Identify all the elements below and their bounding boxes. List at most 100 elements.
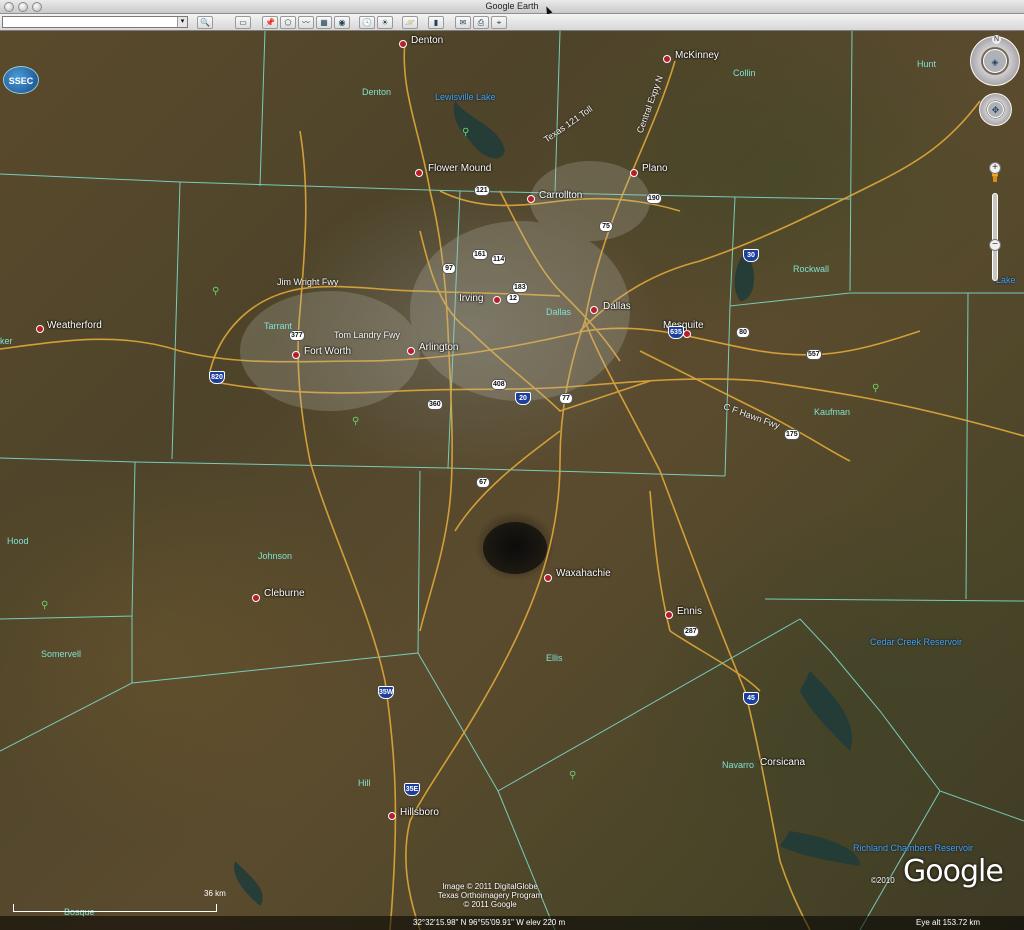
county-label-collin: Collin [733, 68, 756, 78]
city-label-flower-mound[interactable]: Flower Mound [428, 163, 491, 174]
city-marker-fort-worth[interactable] [292, 351, 300, 359]
city-marker-dallas[interactable] [590, 306, 598, 314]
city-label-cleburne[interactable]: Cleburne [264, 588, 305, 599]
route-shield-360: 360 [427, 399, 443, 410]
city-marker-mckinney[interactable] [663, 55, 671, 63]
county-label-kaufman: Kaufman [814, 407, 851, 417]
city-label-irving[interactable]: Irving [459, 293, 483, 304]
city-marker-irving[interactable] [493, 296, 501, 304]
city-label-hillsboro[interactable]: Hillsboro [400, 807, 439, 818]
north-indicator[interactable]: N [992, 35, 1001, 44]
city-marker-waxahachie[interactable] [544, 574, 552, 582]
city-marker-carrollton[interactable] [527, 195, 535, 203]
city-marker-flower-mound[interactable] [415, 169, 423, 177]
scale-bar [13, 904, 217, 912]
city-label-carrollton[interactable]: Carrollton [539, 190, 582, 201]
print-button[interactable]: ⎙ [473, 16, 489, 29]
zoom-in-button[interactable]: + [989, 162, 1001, 174]
city-marker-ennis[interactable] [665, 611, 673, 619]
city-marker-hillsboro[interactable] [388, 812, 396, 820]
city-label-corsicana[interactable]: Corsicana [760, 757, 805, 768]
add-placemark-button[interactable]: 📌 [262, 16, 278, 29]
route-shield-377: 377 [289, 330, 305, 341]
city-label-dallas[interactable]: Dallas [603, 301, 631, 312]
county-label-denton: Denton [362, 87, 392, 97]
interstate-shield-45: 45 [743, 692, 759, 705]
city-label-ennis[interactable]: Ennis [677, 606, 702, 617]
look-joystick-icon[interactable]: ◈ [983, 49, 1007, 73]
route-shield-161: 161 [472, 249, 488, 260]
county-label-ellis: Ellis [546, 653, 563, 663]
route-shield-114: 114 [491, 254, 507, 265]
county-label-hill: Hill [358, 778, 371, 788]
park-icon[interactable]: ⚲ [872, 384, 879, 394]
city-label-mckinney[interactable]: McKinney [675, 50, 719, 61]
add-path-button[interactable]: 〰 [298, 16, 314, 29]
county-label-dallas: Dallas [546, 307, 572, 317]
add-overlay-button[interactable]: ▦ [316, 16, 332, 29]
chevron-down-icon[interactable]: ▾ [177, 17, 187, 27]
city-marker-arlington[interactable] [407, 347, 415, 355]
county-label-hood: Hood [7, 536, 29, 546]
attribution-line-1: Image © 2011 DigitalGlobe [442, 882, 538, 891]
eye-altitude: Eye alt 153.72 km [916, 918, 981, 927]
city-label-denton[interactable]: Denton [411, 35, 443, 46]
route-shield-408: 408 [491, 379, 507, 390]
city-marker-plano[interactable] [630, 169, 638, 177]
city-label-weatherford[interactable]: Weatherford [47, 320, 102, 331]
email-button[interactable]: ✉ [455, 16, 471, 29]
interstate-shield-35e: 35E [404, 783, 420, 796]
park-icon[interactable]: ⚲ [212, 287, 219, 297]
zoom-slider[interactable] [992, 193, 998, 281]
route-shield-557: 557 [806, 349, 822, 360]
sidebar-toggle-button[interactable]: ▭ [235, 16, 251, 29]
city-marker-cleburne[interactable] [252, 594, 260, 602]
record-tour-button[interactable]: ◉ [334, 16, 350, 29]
park-icon[interactable]: ⚲ [41, 601, 48, 611]
route-shield-67: 67 [476, 477, 490, 488]
ssec-logo: SSEC [3, 66, 39, 94]
pointer-coordinates: 32°32'15.98" N 96°55'09.91" W elev 220 m [413, 918, 566, 927]
dark-patch [483, 522, 547, 574]
city-label-fort-worth[interactable]: Fort Worth [304, 346, 351, 357]
google-logo: Google [903, 854, 1004, 889]
zoom-out-button[interactable]: − [989, 239, 1001, 251]
county-label-navarro: Navarro [722, 760, 755, 770]
interstate-shield-30: 30 [743, 249, 759, 262]
park-icon[interactable]: ⚲ [462, 128, 469, 138]
sunlight-button[interactable]: ☀ [377, 16, 393, 29]
city-label-arlington[interactable]: Arlington [419, 342, 458, 353]
city-marker-mesquite[interactable] [683, 330, 691, 338]
toolbar: ▾ 🔍 ▭ 📌 ⬠ 〰 ▦ ◉ 🕓 ☀ 🪐 ▮ ✉ ⎙ ⌖ [0, 14, 1024, 31]
interstate-shield-820: 820 [209, 371, 225, 384]
county-label-tarrant: Tarrant [264, 321, 293, 331]
water-label-lewisville-lake: Lewisville Lake [435, 92, 496, 102]
scale-label: 36 km [204, 889, 226, 898]
county-label-johnson: Johnson [258, 551, 293, 561]
historical-imagery-button[interactable]: 🕓 [359, 16, 375, 29]
park-icon[interactable]: ⚲ [569, 771, 576, 781]
route-shield-121: 121 [474, 185, 490, 196]
city-label-plano[interactable]: Plano [642, 163, 668, 174]
park-icon[interactable]: ⚲ [352, 417, 359, 427]
city-marker-weatherford[interactable] [36, 325, 44, 333]
search-button[interactable]: 🔍 [197, 16, 213, 29]
map-overlay [0, 31, 1024, 930]
route-shield-287: 287 [683, 626, 699, 637]
county-label-parker: ker [0, 336, 13, 346]
city-marker-denton[interactable] [399, 40, 407, 48]
route-shield-77: 77 [559, 393, 573, 404]
route-shield-190: 190 [646, 193, 662, 204]
switch-planet-button[interactable]: 🪐 [402, 16, 418, 29]
logo-year: ©2010 [871, 876, 895, 885]
attribution-line-2: Texas Orthoimagery Program [437, 891, 543, 900]
map-view[interactable]: SSEC Denton Collin Hunt Rockwall Tarrant… [0, 31, 1024, 930]
search-input[interactable]: ▾ [2, 16, 188, 28]
view-in-maps-button[interactable]: ⌖ [491, 16, 507, 29]
city-label-waxahachie[interactable]: Waxahachie [556, 568, 611, 579]
ruler-button[interactable]: ▮ [428, 16, 444, 29]
interstate-shield-20: 20 [515, 392, 531, 405]
add-polygon-button[interactable]: ⬠ [280, 16, 296, 29]
move-joystick-icon[interactable]: ✥ [987, 101, 1004, 118]
interstate-shield-35w: 35W [378, 686, 394, 699]
